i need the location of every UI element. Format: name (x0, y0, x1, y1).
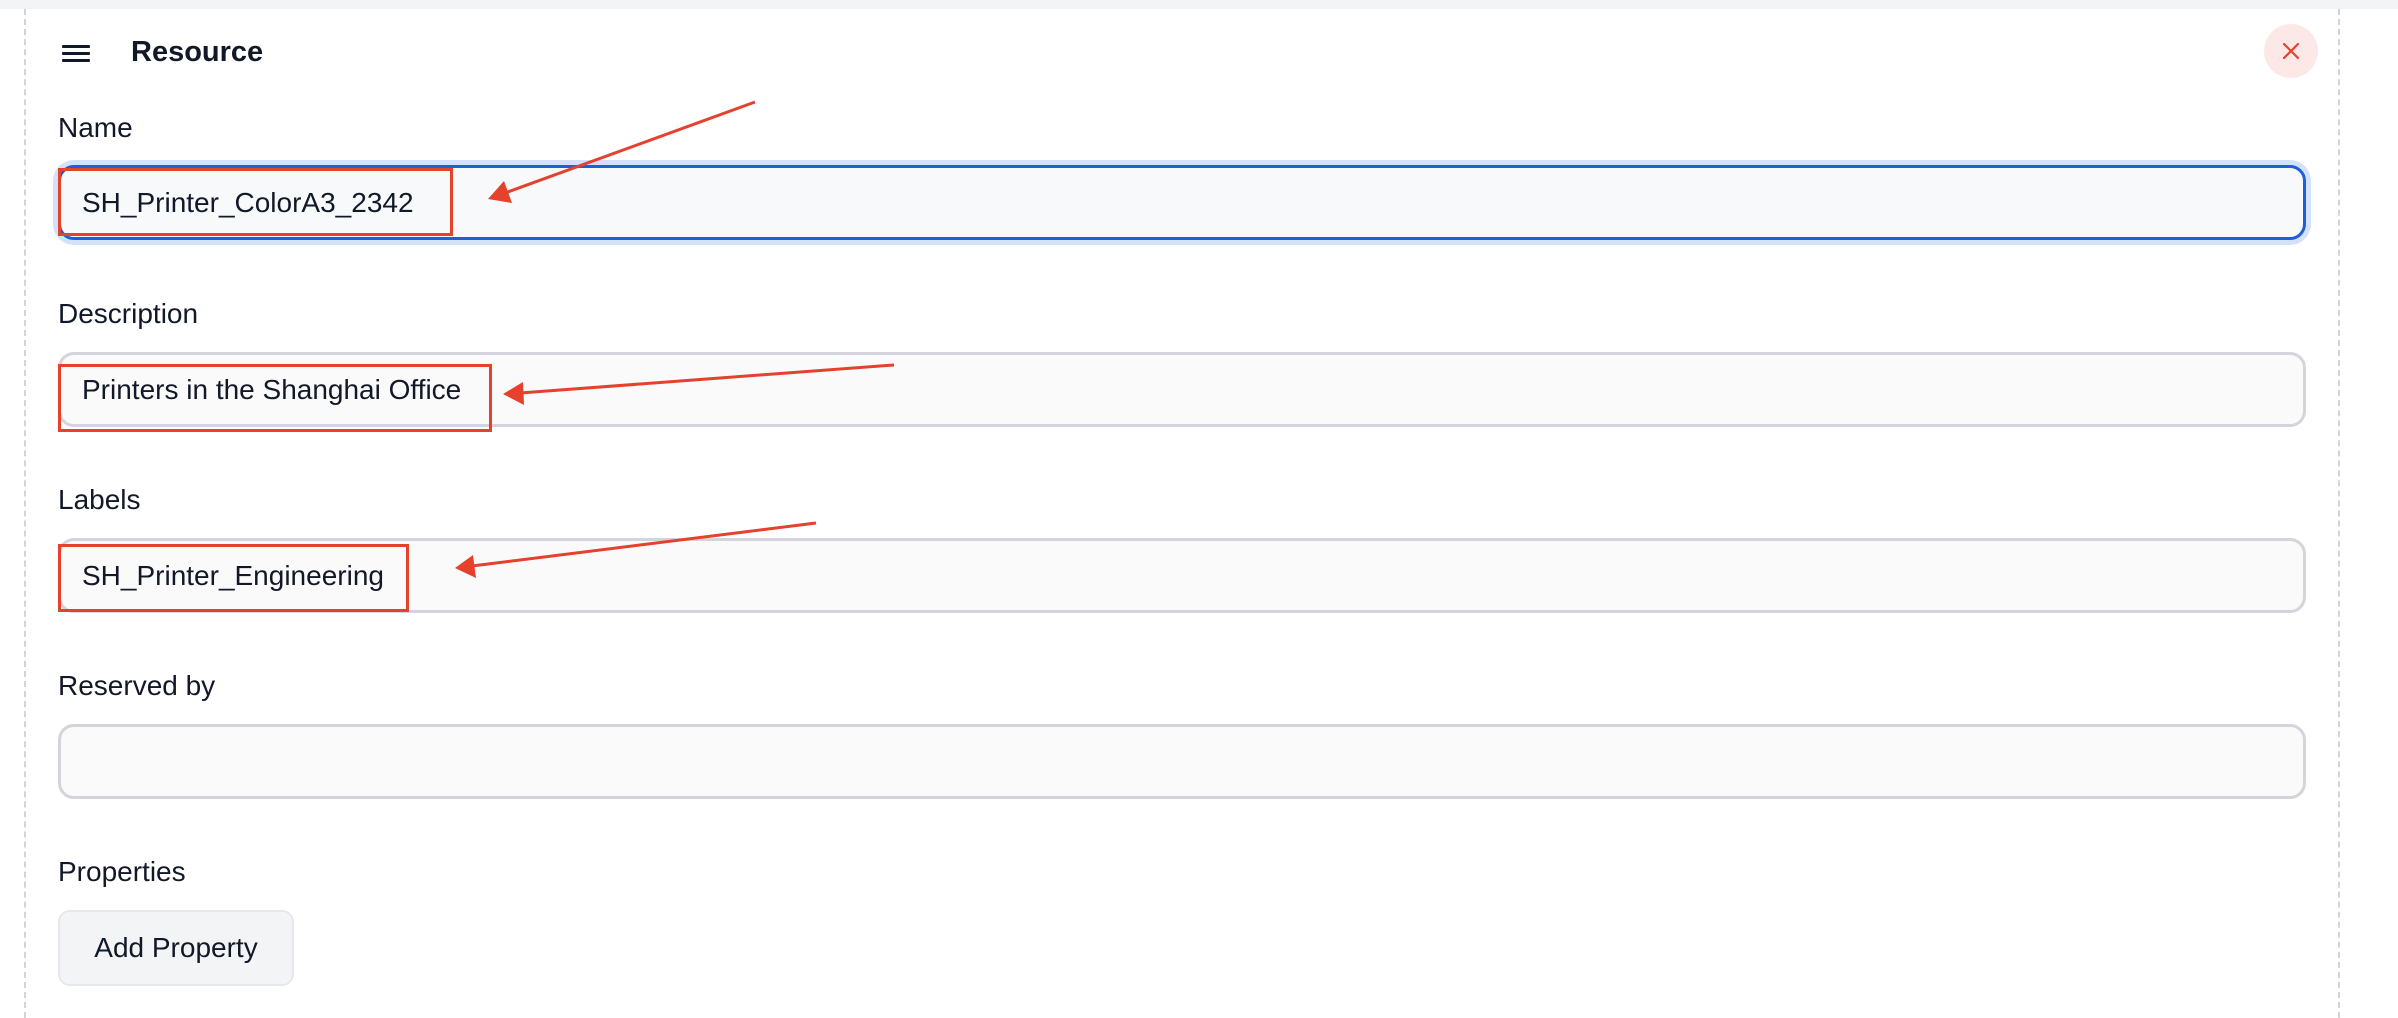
name-input[interactable] (58, 165, 2306, 240)
reserved-by-label: Reserved by (58, 670, 216, 701)
labels-label: Labels (58, 484, 141, 515)
reserved-by-input[interactable] (58, 724, 2306, 799)
properties-label: Properties (58, 856, 186, 887)
name-label: Name (58, 112, 133, 143)
add-property-button[interactable]: Add Property (58, 910, 294, 986)
resource-panel (24, 9, 2340, 1018)
description-label: Description (58, 298, 199, 329)
page-title: Resource (131, 36, 264, 68)
close-button[interactable] (2264, 24, 2318, 78)
close-icon (2282, 42, 2300, 60)
top-strip (0, 0, 2398, 9)
description-input[interactable] (58, 352, 2306, 427)
labels-input[interactable] (58, 538, 2306, 613)
hamburger-menu-icon[interactable] (60, 40, 92, 66)
